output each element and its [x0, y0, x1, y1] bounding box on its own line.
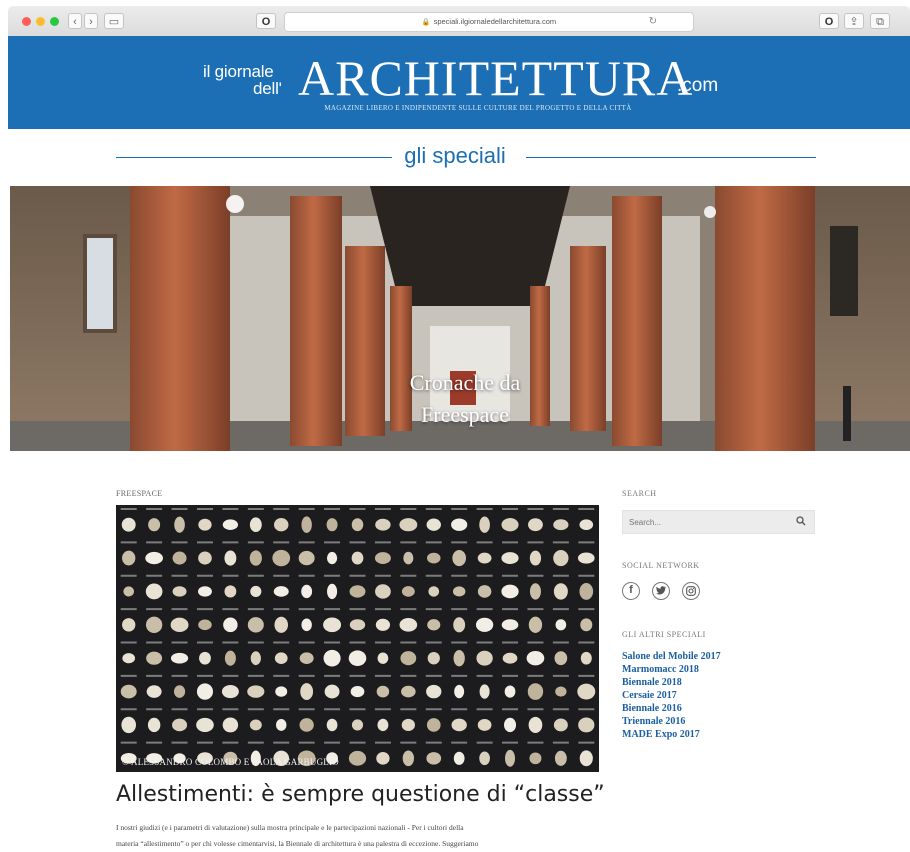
hero-title-line2: Freespace — [421, 402, 509, 427]
instagram-icon[interactable] — [682, 582, 700, 600]
close-window-button[interactable] — [22, 17, 31, 26]
divider-left — [116, 157, 392, 158]
excerpt-line: materia “allestimento” o per chi volesse… — [116, 839, 479, 848]
browser-toolbar: ‹ › ▭ O 🔒 speciali.ilgiornaledellarchitet… — [8, 6, 910, 37]
article-excerpt: I nostri giudizi (e i parametri di valut… — [116, 820, 601, 852]
sidebar-icon: ▭ — [108, 16, 120, 28]
logo-dell: dell' — [253, 79, 282, 98]
stones-photo — [120, 508, 596, 767]
image-caption: © ALESSANDRO COLOMBO E PAOLA GARBUGLIO — [122, 757, 339, 767]
facebook-icon[interactable]: f — [622, 582, 640, 600]
hero-title[interactable]: Cronache da Freespace — [370, 367, 560, 431]
search-widget-title: SEARCH — [622, 489, 657, 498]
minimize-window-button[interactable] — [36, 17, 45, 26]
share-button[interactable]: ⇪ — [844, 13, 864, 29]
search-icon[interactable] — [796, 516, 806, 526]
excerpt-line: I nostri giudizi (e i parametri di valut… — [116, 823, 464, 832]
search-box — [622, 510, 815, 534]
opera-icon: O — [261, 16, 271, 28]
tabs-button[interactable]: ⧉ — [870, 13, 890, 29]
special-link[interactable]: Cersaie 2017 — [622, 689, 721, 702]
other-specials-title: GLI ALTRI SPECIALI — [622, 630, 706, 639]
chevron-left-icon: ‹ — [73, 16, 77, 28]
site-header: il giornale dell' ARCHITETTURA .com MAGA… — [8, 36, 910, 129]
section-title: gli speciali — [404, 143, 506, 168]
special-link[interactable]: Salone del Mobile 2017 — [622, 650, 721, 663]
address-bar[interactable]: 🔒 speciali.ilgiornaledellarchitettura.com… — [284, 12, 694, 32]
special-link[interactable]: MADE Expo 2017 — [622, 728, 721, 741]
lock-icon: 🔒 — [421, 19, 431, 26]
chevron-right-icon: › — [89, 16, 93, 28]
twitter-icon[interactable] — [652, 582, 670, 600]
tabs-icon: ⧉ — [876, 16, 884, 28]
article-category[interactable]: FREESPACE — [116, 489, 162, 498]
logo-architettura: ARCHITETTURA — [298, 50, 694, 106]
special-link[interactable]: Biennale 2016 — [622, 702, 721, 715]
forward-button[interactable]: › — [84, 13, 98, 29]
social-widget-title: SOCIAL NETWORK — [622, 561, 700, 570]
divider-right — [526, 157, 816, 158]
hero-title-line1: Cronache da — [409, 370, 521, 395]
reload-icon[interactable]: ↻ — [649, 13, 657, 31]
special-link[interactable]: Marmomacc 2018 — [622, 663, 721, 676]
back-button[interactable]: ‹ — [68, 13, 82, 29]
other-specials-list: Salone del Mobile 2017 Marmomacc 2018 Bi… — [622, 650, 721, 741]
url-text: speciali.ilgiornaledellarchitettura.com — [433, 17, 557, 26]
zoom-window-button[interactable] — [50, 17, 59, 26]
site-tagline: MAGAZINE LIBERO E INDIPENDENTE SULLE CUL… — [324, 104, 632, 112]
search-input[interactable] — [629, 515, 789, 529]
special-link[interactable]: Biennale 2018 — [622, 676, 721, 689]
extension-button[interactable]: O — [256, 13, 276, 29]
article-title[interactable]: Allestimenti: è sempre questione di “cla… — [116, 782, 606, 807]
share-icon: ⇪ — [849, 16, 859, 28]
logo-com: .com — [677, 75, 719, 96]
extension-button-right[interactable]: O — [819, 13, 839, 29]
special-link[interactable]: Triennale 2016 — [622, 715, 721, 728]
article-image[interactable] — [116, 505, 599, 772]
sidebar-toggle-button[interactable]: ▭ — [104, 13, 124, 29]
opera-icon: O — [824, 16, 834, 28]
